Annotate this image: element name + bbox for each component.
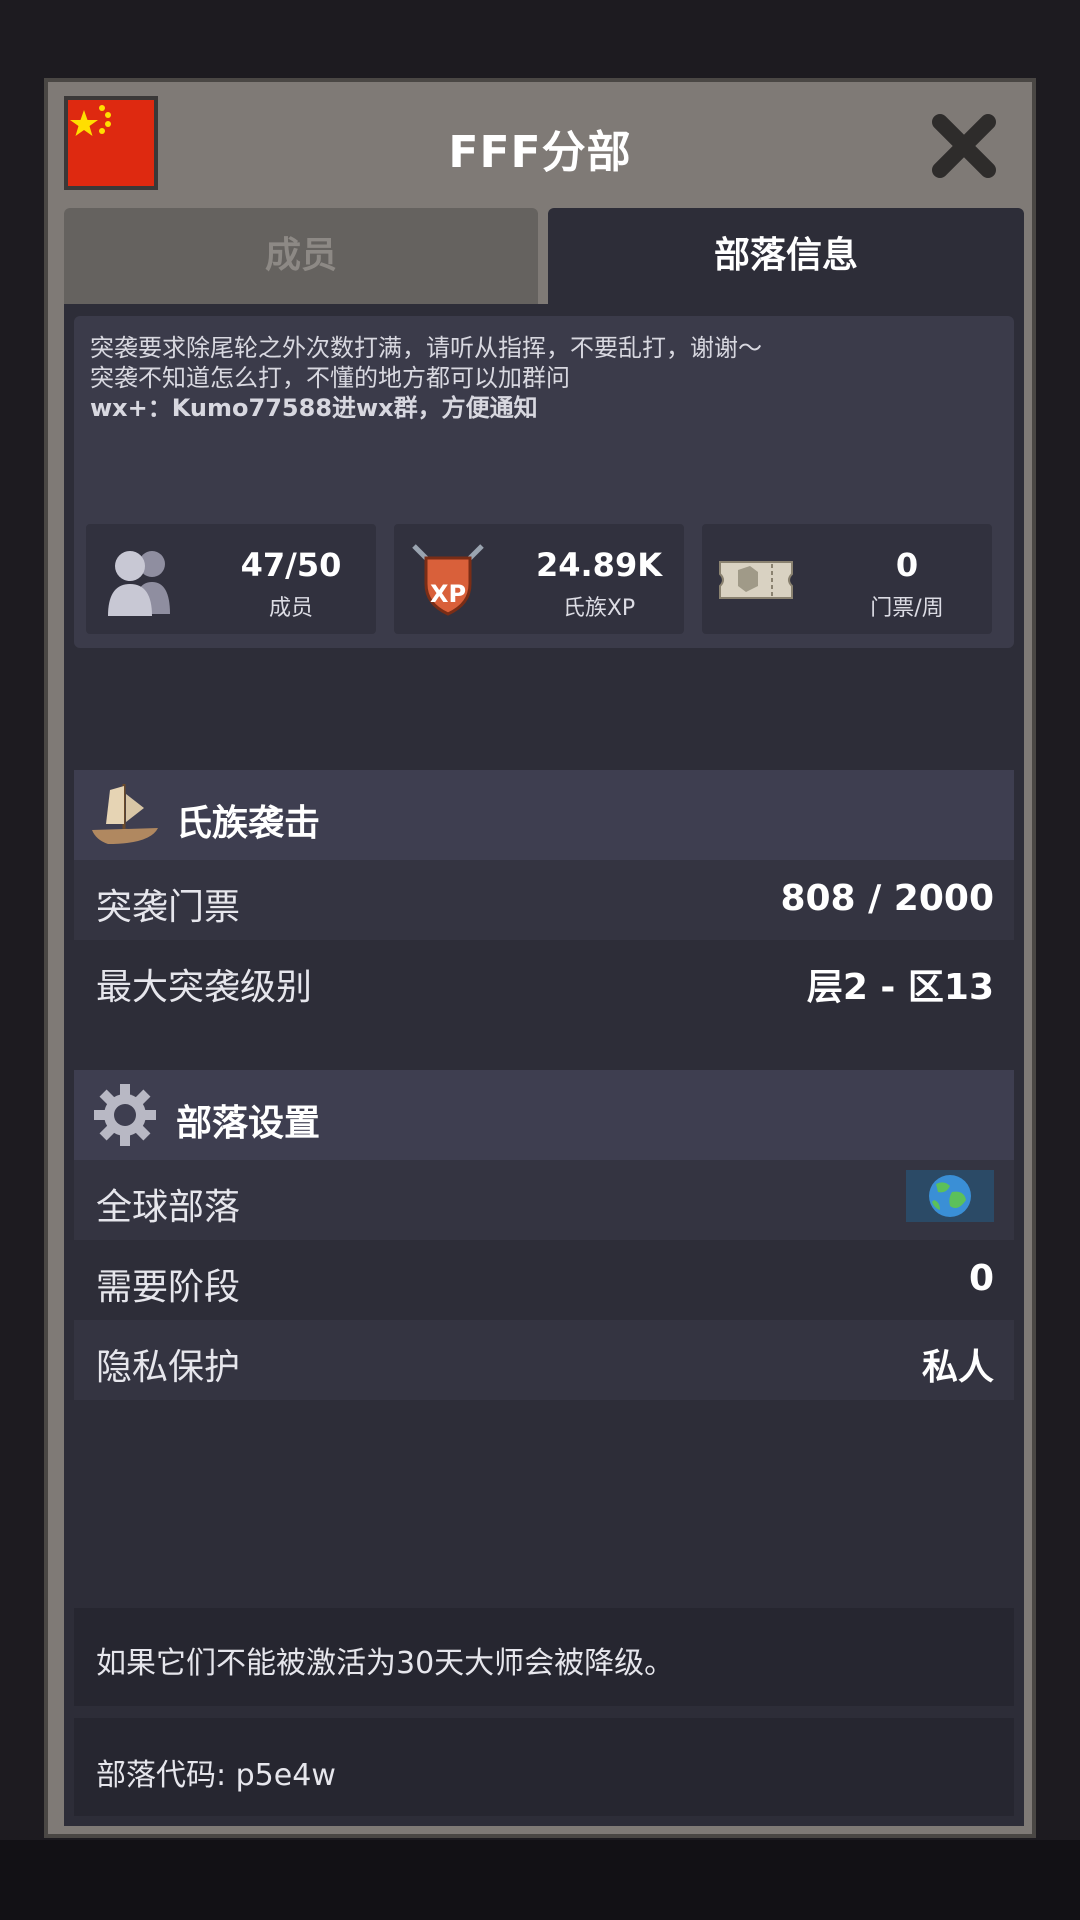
close-icon[interactable] <box>928 110 1000 182</box>
row-label: 全球部落 <box>96 1187 241 1228</box>
clan-code: 部落代码: p5e4w <box>74 1718 1014 1816</box>
row-label: 需要阶段 <box>96 1267 241 1308</box>
gear-icon <box>92 1082 158 1148</box>
row-value: 808 / 2000 <box>780 878 994 919</box>
svg-text:XP: XP <box>430 580 466 608</box>
clan-info-dialog: FFF分部 成员 部落信息 突袭要求除尾轮之外次数打满，请听从指挥，不要乱打，谢… <box>44 78 1036 1838</box>
global-clan-row: 全球部落 <box>74 1160 1014 1240</box>
stat-clan-xp: XP 24.89K 氏族XP <box>394 524 684 634</box>
globe-icon <box>906 1170 994 1222</box>
clan-raid-header: 氏族袭击 <box>74 770 1014 860</box>
ticket-icon <box>716 540 796 620</box>
notice-text: 如果它们不能被激活为30天大师会被降级。 <box>96 1646 675 1681</box>
ship-icon <box>88 778 162 852</box>
stat-label: 氏族XP <box>562 596 636 621</box>
clan-info-panel: 突袭要求除尾轮之外次数打满，请听从指挥，不要乱打，谢谢～ 突袭不知道怎么打，不懂… <box>64 304 1024 1826</box>
clan-settings-title: 部落设置 <box>176 1103 321 1144</box>
tab-clan-info[interactable]: 部落信息 <box>548 208 1024 304</box>
stat-label: 门票/周 <box>870 596 944 621</box>
clan-code-text: 部落代码: p5e4w <box>96 1758 336 1793</box>
raid-tickets-row: 突袭门票 808 / 2000 <box>74 860 1014 940</box>
row-value: 层2 - 区13 <box>806 967 994 1008</box>
clan-description: 突袭要求除尾轮之外次数打满，请听从指挥，不要乱打，谢谢～ 突袭不知道怎么打，不懂… <box>74 316 1014 648</box>
row-label: 最大突袭级别 <box>96 967 313 1008</box>
max-raid-level-row: 最大突袭级别 层2 - 区13 <box>74 940 1014 1020</box>
stat-tickets: 0 门票/周 <box>702 524 992 634</box>
row-value: 私人 <box>921 1347 994 1388</box>
row-label: 隐私保护 <box>96 1347 241 1388</box>
stat-value: 47/50 <box>240 546 342 584</box>
clan-raid-title: 氏族袭击 <box>176 803 321 844</box>
clan-settings-header: 部落设置 <box>74 1070 1014 1160</box>
row-label: 突袭门票 <box>96 887 241 928</box>
stat-value: 24.89K <box>535 546 662 584</box>
stat-label: 成员 <box>268 596 313 621</box>
clan-xp-shield-icon: XP <box>408 540 488 620</box>
row-value: 0 <box>968 1258 994 1299</box>
dialog-title: FFF分部 <box>448 127 632 178</box>
demotion-notice: 如果它们不能被激活为30天大师会被降级。 <box>74 1608 1014 1706</box>
stat-value: 0 <box>895 546 919 584</box>
description-line: wx+：Kumo77588进wx群，方便通知 <box>90 394 538 422</box>
stat-members: 47/50 成员 <box>86 524 376 634</box>
members-icon <box>100 540 180 620</box>
privacy-row: 隐私保护 私人 <box>74 1320 1014 1400</box>
background-bottom-bar <box>0 1840 1080 1920</box>
required-stage-row: 需要阶段 0 <box>74 1240 1014 1320</box>
tab-members[interactable]: 成员 <box>64 208 538 304</box>
